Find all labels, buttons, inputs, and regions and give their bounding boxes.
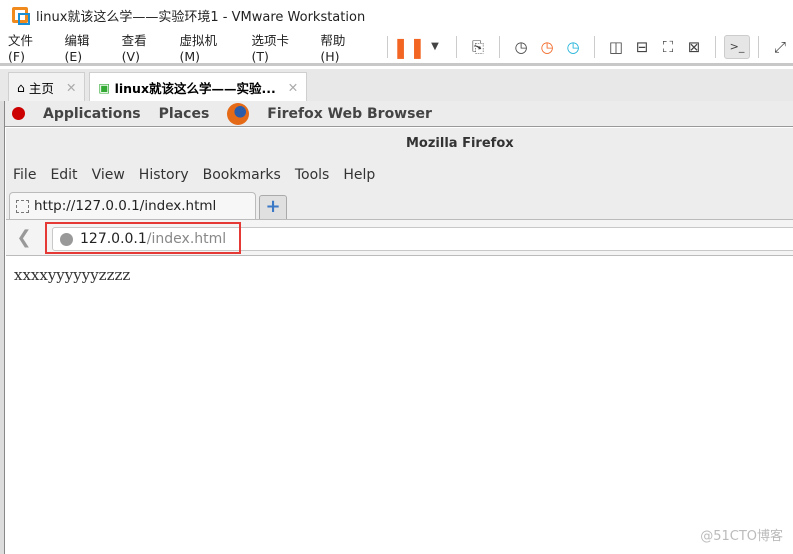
back-icon[interactable]: ❮: [6, 227, 42, 248]
thumbnail-bar-icon[interactable]: ⊟: [629, 35, 655, 59]
ff-menu-history[interactable]: History: [139, 167, 189, 183]
menu-view[interactable]: 查看(V): [114, 30, 172, 64]
home-icon: ⌂: [17, 79, 29, 95]
menu-vm[interactable]: 虚拟机(M): [171, 30, 243, 64]
ff-menu-help[interactable]: Help: [343, 167, 375, 183]
vm-icon: ▣: [98, 79, 115, 95]
firefox-menubar: File Edit View History Bookmarks Tools H…: [6, 160, 793, 190]
window-title: linux就该这么学——实验环境1 - VMware Workstation: [36, 9, 366, 25]
browser-tab[interactable]: http://127.0.0.1/index.html: [9, 192, 256, 219]
vm-tabs: ⌂ 主页 ✕ ▣ linux就该这么学——实验... ✕: [0, 69, 793, 101]
menu-file[interactable]: 文件(F): [0, 30, 56, 64]
firefox-icon: [227, 102, 250, 125]
snapshot-manager-icon[interactable]: ◷: [560, 35, 586, 59]
sidebar-icon[interactable]: ◫: [603, 35, 629, 59]
vmware-logo-icon: [12, 7, 30, 25]
ff-menu-bookmarks[interactable]: Bookmarks: [203, 167, 281, 183]
toolbar: ❚❚ ▼ ⎘ ◷ ◷ ◷ ◫ ⊟ ⛶ ⊠ >_ ⤢: [379, 34, 793, 59]
places-menu[interactable]: Places: [159, 106, 210, 122]
gnome-top-panel: Applications Places Firefox Web Browser: [5, 101, 793, 127]
tab-home[interactable]: ⌂ 主页 ✕: [8, 72, 86, 101]
tab-vm[interactable]: ▣ linux就该这么学——实验... ✕: [89, 72, 308, 101]
dropdown-icon[interactable]: ▼: [422, 35, 448, 59]
fullscreen-icon[interactable]: ⛶: [655, 35, 681, 59]
page-content: xxxxyyyyyyzzzz: [14, 266, 131, 284]
menu-tabs[interactable]: 选项卡(T): [243, 30, 312, 64]
menu-help[interactable]: 帮助(H): [312, 30, 371, 64]
stretch-icon[interactable]: ⤢: [767, 35, 793, 59]
firefox-tabbar: http://127.0.0.1/index.html +: [6, 190, 793, 220]
snapshot-icon[interactable]: ◷: [508, 35, 534, 59]
watermark: @51CTO博客: [700, 529, 783, 544]
menubar: 文件(F) 编辑(E) 查看(V) 虚拟机(M) 选项卡(T) 帮助(H) ❚❚…: [0, 30, 793, 66]
send-keys-icon[interactable]: ⎘: [465, 35, 491, 59]
console-icon[interactable]: >_: [724, 34, 751, 59]
active-app-label[interactable]: Firefox Web Browser: [267, 106, 432, 122]
favicon-icon: [16, 199, 29, 213]
menu-edit[interactable]: 编辑(E): [56, 30, 113, 64]
highlight-box: [45, 222, 241, 254]
ff-menu-view[interactable]: View: [92, 167, 125, 183]
window-titlebar: linux就该这么学——实验环境1 - VMware Workstation: [0, 0, 793, 30]
ff-menu-tools[interactable]: Tools: [295, 167, 330, 183]
revert-snapshot-icon[interactable]: ◷: [534, 35, 560, 59]
new-tab-button[interactable]: +: [259, 195, 287, 219]
firefox-title: Mozilla Firefox: [6, 128, 793, 160]
unity-icon[interactable]: ⊠: [681, 35, 707, 59]
pause-icon[interactable]: ❚❚: [392, 35, 426, 59]
close-icon[interactable]: ✕: [288, 80, 298, 95]
close-icon[interactable]: ✕: [66, 80, 76, 95]
ff-menu-file[interactable]: File: [13, 167, 36, 183]
redhat-icon: [12, 107, 25, 120]
left-strip: [0, 101, 5, 554]
firefox-window: Mozilla Firefox File Edit View History B…: [6, 128, 793, 554]
applications-menu[interactable]: Applications: [43, 106, 141, 122]
ff-menu-edit[interactable]: Edit: [50, 167, 77, 183]
